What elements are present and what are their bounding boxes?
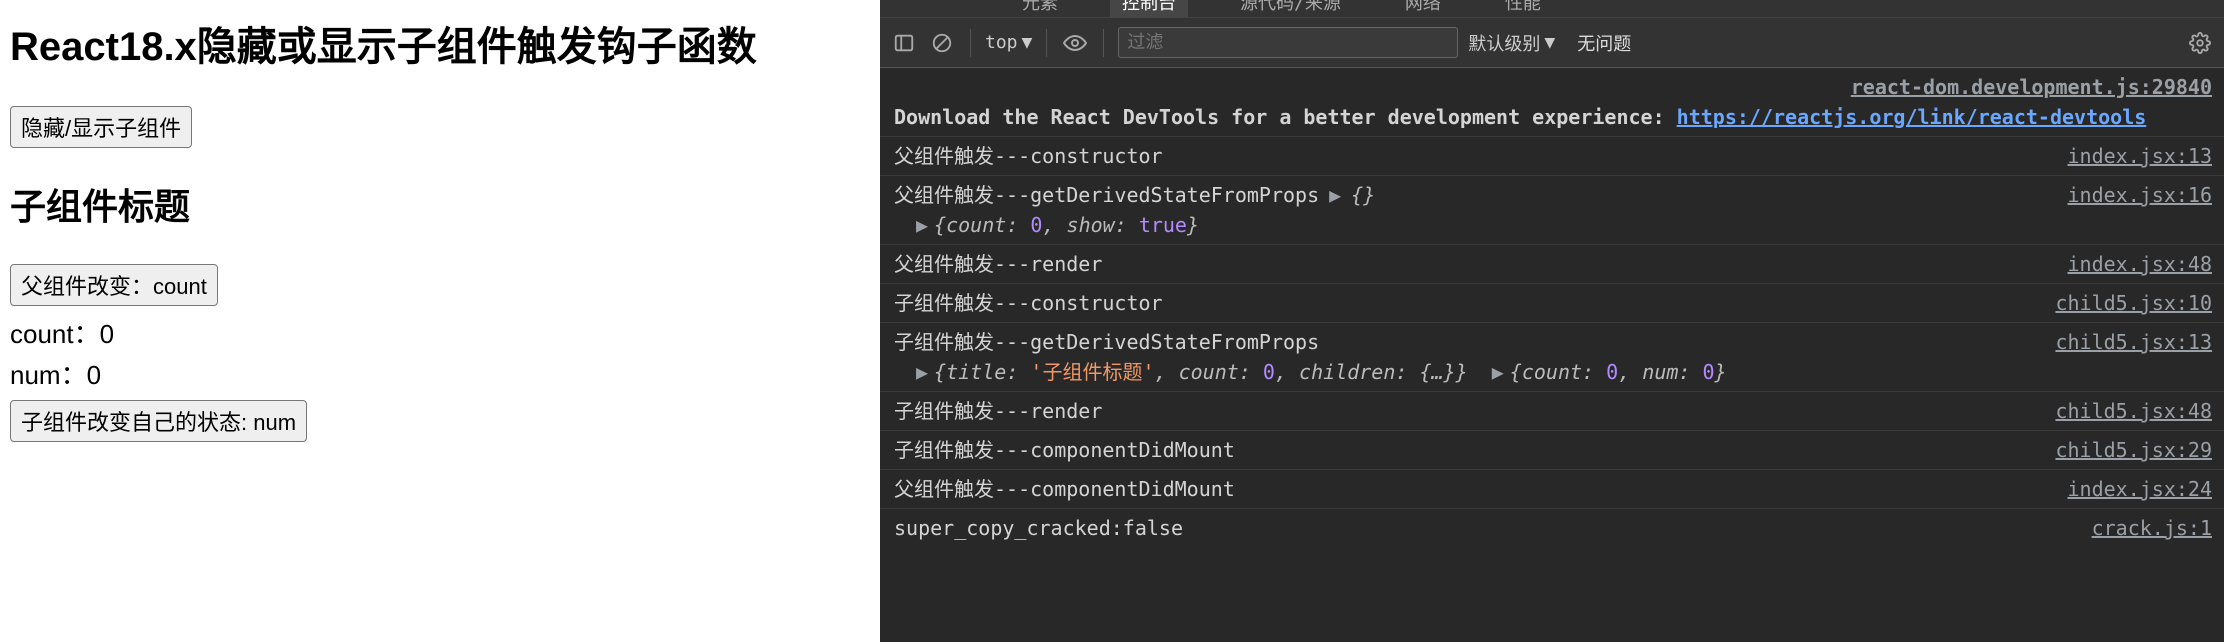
message-content: react-dom.development.js:29840Download t… [894, 72, 2212, 132]
context-label: top [985, 32, 1018, 53]
browser-page: React18.x隐藏或显示子组件触发钩子函数 隐藏/显示子组件 子组件标题 父… [0, 0, 880, 642]
message-content: 子组件触发---render [894, 396, 2035, 426]
source-link[interactable]: index.jsx:16 [2068, 180, 2213, 240]
console-message: 子组件触发---getDerivedStateFromProps▶{title:… [880, 322, 2224, 391]
console-message: 父组件触发---getDerivedStateFromProps▶{}▶{cou… [880, 175, 2224, 244]
console-message: 子组件触发---render child5.jsx:48 [880, 391, 2224, 430]
expand-caret-icon[interactable]: ▶ [916, 357, 928, 387]
tab-network[interactable]: 网络 [1393, 0, 1453, 17]
expand-caret-icon[interactable]: ▶ [916, 210, 928, 240]
expand-caret-icon[interactable]: ▶ [1329, 180, 1341, 210]
console-messages[interactable]: react-dom.development.js:29840Download t… [880, 68, 2224, 642]
message-content: 子组件触发---constructor [894, 288, 2035, 318]
message-content: 父组件触发---getDerivedStateFromProps▶{}▶{cou… [894, 180, 2048, 240]
filter-input[interactable] [1118, 27, 1458, 58]
chevron-down-icon: ▼ [1544, 32, 1555, 53]
separator [1046, 29, 1047, 57]
tab-performance[interactable]: 性能 [1493, 0, 1553, 17]
source-link[interactable]: index.jsx:24 [2068, 474, 2213, 504]
source-link[interactable]: index.jsx:48 [2068, 249, 2213, 279]
parent-change-count-button[interactable]: 父组件改变：count [10, 264, 218, 306]
num-value: num：0 [10, 355, 870, 392]
console-message: 子组件触发---componentDidMount child5.jsx:29 [880, 430, 2224, 469]
console-message: 父组件触发---constructor index.jsx:13 [880, 136, 2224, 175]
expand-caret-icon[interactable]: ▶ [1492, 357, 1504, 387]
source-link[interactable]: child5.jsx:48 [2055, 396, 2212, 426]
message-content: 父组件触发---componentDidMount [894, 474, 2048, 504]
source-link[interactable]: child5.jsx:10 [2055, 288, 2212, 318]
source-link[interactable]: index.jsx:13 [2068, 141, 2213, 171]
count-value: count：0 [10, 314, 870, 351]
clear-console-icon[interactable] [928, 29, 956, 57]
source-link[interactable]: crack.js:1 [2092, 513, 2212, 543]
console-message: 父组件触发---render index.jsx:48 [880, 244, 2224, 283]
message-content: super_copy_cracked:false [894, 513, 2072, 543]
log-levels-dropdown[interactable]: 默认级别 ▼ [1468, 30, 1555, 56]
separator [970, 29, 971, 57]
source-link[interactable]: child5.jsx:29 [2055, 435, 2212, 465]
message-content: 子组件触发---getDerivedStateFromProps▶{title:… [894, 327, 2035, 387]
console-message: super_copy_cracked:false crack.js:1 [880, 508, 2224, 547]
console-message: 父组件触发---componentDidMount index.jsx:24 [880, 469, 2224, 508]
tab-console[interactable]: 控制台 [1110, 0, 1188, 17]
tab-elements[interactable]: 元素 [1010, 0, 1070, 17]
live-expression-icon[interactable] [1061, 29, 1089, 57]
message-content: 父组件触发---constructor [894, 141, 2048, 171]
tab-sources[interactable]: 源代码/来源 [1228, 0, 1353, 17]
devtools-tabs: 元素 控制台 源代码/来源 网络 性能 [880, 0, 2224, 18]
issues-status: 无问题 [1577, 30, 1631, 56]
message-content: 子组件触发---componentDidMount [894, 435, 2035, 465]
child-title: 子组件标题 [10, 178, 870, 230]
console-message: react-dom.development.js:29840Download t… [880, 68, 2224, 136]
context-dropdown[interactable]: top ▼ [985, 32, 1032, 53]
levels-label: 默认级别 [1468, 30, 1540, 56]
chevron-down-icon: ▼ [1022, 32, 1033, 53]
settings-icon[interactable] [2186, 29, 2214, 57]
child-change-num-button[interactable]: 子组件改变自己的状态: num [10, 400, 307, 442]
source-link[interactable]: react-dom.development.js:29840 [1851, 75, 2212, 99]
page-title: React18.x隐藏或显示子组件触发钩子函数 [10, 14, 870, 72]
toggle-child-button[interactable]: 隐藏/显示子组件 [10, 106, 192, 148]
toggle-sidebar-icon[interactable] [890, 29, 918, 57]
console-message: 子组件触发---constructor child5.jsx:10 [880, 283, 2224, 322]
separator [1103, 29, 1104, 57]
message-content: 父组件触发---render [894, 249, 2048, 279]
source-link[interactable]: child5.jsx:13 [2055, 327, 2212, 387]
devtools-panel: 元素 控制台 源代码/来源 网络 性能 top ▼ 默认级别 ▼ 无问题 [880, 0, 2224, 642]
console-toolbar: top ▼ 默认级别 ▼ 无问题 [880, 18, 2224, 68]
